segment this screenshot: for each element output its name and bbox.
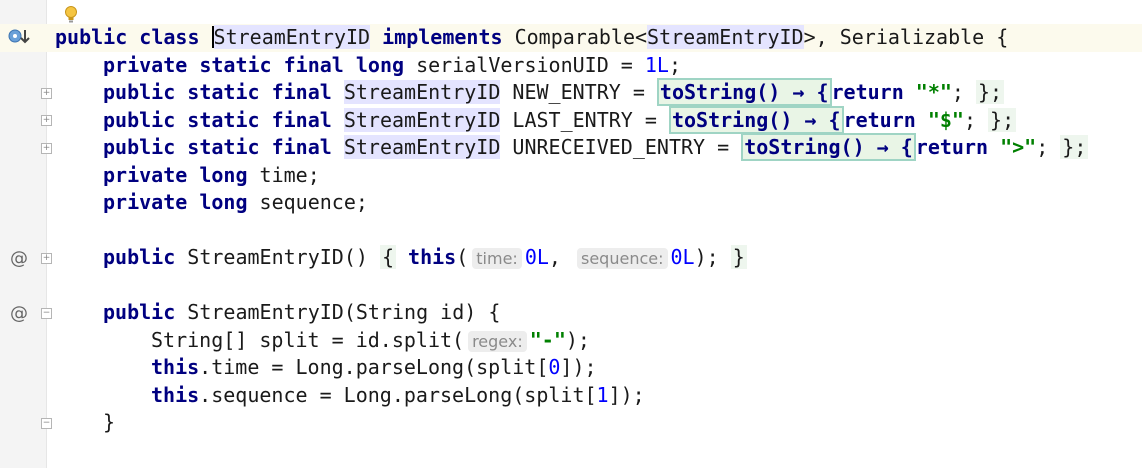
code-text: >, Serializable { — [803, 25, 1009, 49]
class-name: StreamEntryID — [343, 135, 501, 159]
folded-brace[interactable]: }; — [976, 80, 1005, 104]
code-text: serialVersionUID = — [416, 52, 645, 77]
number-literal: 0 — [548, 355, 561, 379]
code-line[interactable]: private static final long serialVersionU… — [0, 52, 1142, 80]
keyword: this — [408, 245, 457, 269]
keyword: return — [843, 107, 916, 132]
folded-brace[interactable]: { — [379, 245, 396, 269]
code-line[interactable]: String[] split = id.split(regex: "-"); — [0, 327, 1142, 355]
keyword: private static final long — [103, 52, 417, 77]
keyword: public static final — [103, 135, 344, 159]
string-literal: "$" — [927, 107, 964, 132]
code-line[interactable]: public StreamEntryID(String id) { — [0, 299, 1142, 327]
number-literal: 1 — [596, 382, 609, 407]
code-text: ); — [694, 245, 719, 269]
string-literal: "-" — [529, 327, 566, 352]
keyword: this — [151, 355, 200, 379]
keyword: implements — [370, 25, 515, 49]
string-literal: ">" — [1000, 135, 1037, 159]
code-text: time; — [259, 162, 320, 187]
code-text: ; — [951, 80, 964, 104]
class-name: StreamEntryID — [343, 107, 501, 132]
code-text: , — [548, 245, 561, 269]
number-literal: 0L — [670, 245, 695, 269]
code-line[interactable]: this.time = Long.parseLong(split[0]); — [0, 354, 1142, 382]
code-text: ]); — [608, 382, 645, 407]
closing-brace: } — [103, 410, 116, 434]
code-line[interactable]: public static final StreamEntryID LAST_E… — [0, 105, 1142, 135]
code-editor[interactable]: public class StreamEntryID implements Co… — [0, 24, 1142, 437]
code-line[interactable]: public class StreamEntryID implements Co… — [0, 24, 1142, 52]
class-name: StreamEntryID — [213, 25, 371, 49]
code-text: ; — [1036, 135, 1049, 159]
class-name: StreamEntryID — [343, 80, 501, 104]
code-line[interactable]: public static final StreamEntryID UNRECE… — [0, 133, 1142, 162]
code-text: sequence; — [259, 190, 368, 214]
keyword: return — [915, 135, 989, 159]
keyword: return — [831, 80, 904, 104]
code-text: String[] split = id.split( — [151, 327, 465, 352]
code-text: LAST_ENTRY = — [500, 107, 669, 132]
folded-brace[interactable]: } — [730, 245, 747, 269]
code-text: ( — [456, 245, 469, 269]
parameter-hint: sequence: — [577, 248, 668, 269]
keyword: public — [103, 300, 188, 324]
number-literal: 1L — [644, 52, 669, 77]
code-text: ; — [668, 52, 681, 77]
code-line-empty[interactable] — [0, 272, 1142, 300]
type-name: Comparable< — [514, 25, 648, 49]
class-name: StreamEntryID — [647, 25, 804, 49]
code-line-empty[interactable] — [0, 217, 1142, 245]
lightbulb-icon[interactable] — [64, 6, 78, 24]
code-text: ]); — [560, 355, 597, 379]
folded-brace[interactable]: }; — [988, 107, 1017, 132]
folded-lambda[interactable]: toString() → { — [741, 133, 916, 161]
keyword: public class — [55, 25, 212, 49]
code-line[interactable]: private long sequence; — [0, 189, 1142, 217]
code-text: ); — [565, 327, 590, 352]
code-line[interactable]: public static final StreamEntryID NEW_EN… — [0, 78, 1142, 107]
keyword: public static final — [103, 80, 344, 104]
code-line[interactable]: this.sequence = Long.parseLong(split[1])… — [0, 382, 1142, 410]
keyword: private long — [103, 190, 260, 214]
keyword: public static final — [103, 107, 344, 132]
folded-lambda[interactable]: toString() → { — [668, 105, 844, 134]
string-literal: "*" — [915, 80, 952, 104]
keyword: private long — [103, 162, 260, 187]
number-literal: 0L — [524, 245, 549, 269]
keyword: public — [103, 245, 188, 269]
code-text: UNRECEIVED_ENTRY = — [500, 135, 742, 159]
folded-brace[interactable]: }; — [1060, 135, 1089, 159]
code-text: .time = Long.parseLong(split[ — [199, 355, 549, 379]
code-text: ; — [963, 107, 976, 132]
method-signature: StreamEntryID() — [187, 245, 380, 269]
code-text: .sequence = Long.parseLong(split[ — [199, 382, 597, 407]
folded-lambda[interactable]: toString() → { — [656, 78, 832, 106]
code-line[interactable]: private long time; — [0, 162, 1142, 190]
parameter-hint: regex: — [468, 330, 527, 352]
keyword: this — [151, 382, 200, 407]
code-line[interactable]: public StreamEntryID() { this(time: 0L, s… — [0, 244, 1142, 272]
code-text: NEW_ENTRY = — [500, 80, 657, 104]
parameter-hint: time: — [472, 248, 522, 269]
code-line[interactable]: } — [0, 409, 1142, 437]
method-signature: StreamEntryID(String id) { — [187, 300, 501, 324]
